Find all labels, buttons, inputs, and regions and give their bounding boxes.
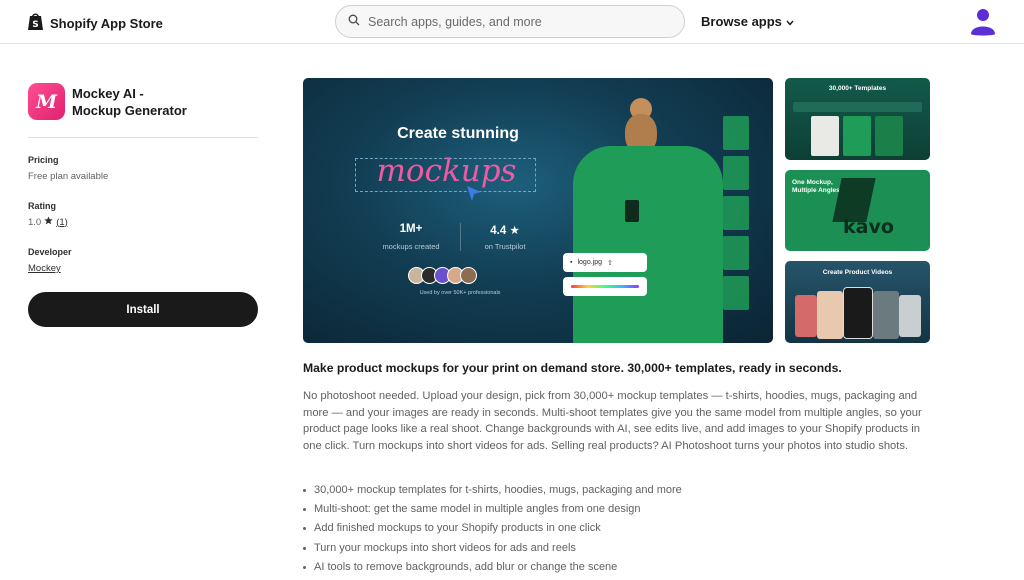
install-button[interactable]: Install [28,292,258,327]
stat-divider [460,223,461,251]
app-title: Mockey AI - Mockup Generator [72,85,252,119]
thumbnail-1-title: 30,000+ Templates [828,85,887,92]
hero-highlight-box: mockups [355,153,536,192]
color-gradient-bar [571,285,639,288]
stat-trustpilot-value: 4.4 ★ [465,223,545,237]
user-icon [970,9,996,41]
user-account-button[interactable] [970,7,996,42]
screenshot-thumbnail-3[interactable]: Create Product Videos [785,261,930,343]
avatar [460,267,477,284]
upload-icon: ⇧ [607,259,613,267]
main-screenshot[interactable]: Create stunning mockups 1M+ mockups crea… [303,78,773,343]
avatar-stack [408,267,488,285]
rating-value-row: 1.0 (1) [28,216,68,228]
cursor-icon [466,185,482,208]
stat-mockups-value: 1M+ [399,223,423,235]
thumbnail-3-title: Create Product Videos [822,269,893,276]
pricing-label: Pricing [28,155,59,165]
browse-apps-menu[interactable]: Browse apps [701,14,794,29]
app-description: No photoshoot needed. Upload your design… [303,390,922,452]
hero-highlight-text: mockups [376,153,517,189]
developer-link[interactable]: Mockey [28,263,61,274]
stat-mockups-label: mockups created [382,242,440,251]
browse-apps-label: Browse apps [701,14,782,29]
screenshot-thumbnail-2[interactable]: One Mockup, Multiple Angles kavo [785,170,930,251]
thumbnail-2-title-line1: One Mockup, [792,179,833,186]
rating-count-link[interactable]: (1) [56,217,68,228]
rating-label: Rating [28,201,56,211]
chevron-down-icon [786,14,794,29]
color-slider-card [563,277,647,296]
svg-text:S: S [32,20,38,30]
app-headline: Make product mockups for your print on d… [303,361,842,375]
app-logo: M [28,83,65,120]
search-box[interactable] [335,5,685,38]
search-icon [348,13,360,31]
screenshot-thumbnail-1[interactable]: 30,000+ Templates [785,78,930,160]
shopify-app-store-logo[interactable]: S Shopify App Store [27,11,163,36]
feature-item: AI tools to remove backgrounds, add blur… [303,558,923,577]
search-input[interactable] [368,14,668,29]
file-chip: ▪ logo.jpg ⇧ [563,253,647,272]
file-chip-name: logo.jpg [577,259,603,266]
brand-name: Shopify App Store [50,16,163,31]
thumbnail-2-brand: kavo [843,216,894,238]
app-title-line1: Mockey AI - [72,86,144,101]
developer-label: Developer [28,247,72,257]
shopify-bag-icon: S [27,11,44,36]
file-icon: ▪ [570,259,573,266]
feature-list: 30,000+ mockup templates for t-shirts, h… [303,481,923,577]
pricing-value: Free plan available [28,171,109,182]
feature-item: Multi-shoot: get the same model in multi… [303,500,923,519]
stat-trustpilot-number: 4.4 [490,225,507,237]
divider [28,137,258,138]
brand-mark [625,200,639,222]
hero-title: Create stunning [397,125,519,142]
feature-item: Turn your mockups into short videos for … [303,539,923,558]
app-logo-glyph: M [35,90,58,113]
star-icon: ★ [509,225,520,237]
stat-trustpilot-label: on Trustpilot [484,242,526,251]
rating-value: 1.0 [28,216,42,228]
thumbnail-2-title-line2: Multiple Angles [792,187,840,194]
feature-item: 30,000+ mockup templates for t-shirts, h… [303,481,923,500]
thumbnail-2-title: One Mockup, Multiple Angles [792,179,840,195]
filmstrip [723,116,749,328]
top-navigation-bar: S Shopify App Store Browse apps [0,0,1024,44]
feature-item: Add finished mockups to your Shopify pro… [303,519,923,538]
model-figure [573,96,723,343]
star-icon [44,216,53,228]
app-title-line2: Mockup Generator [72,103,187,118]
